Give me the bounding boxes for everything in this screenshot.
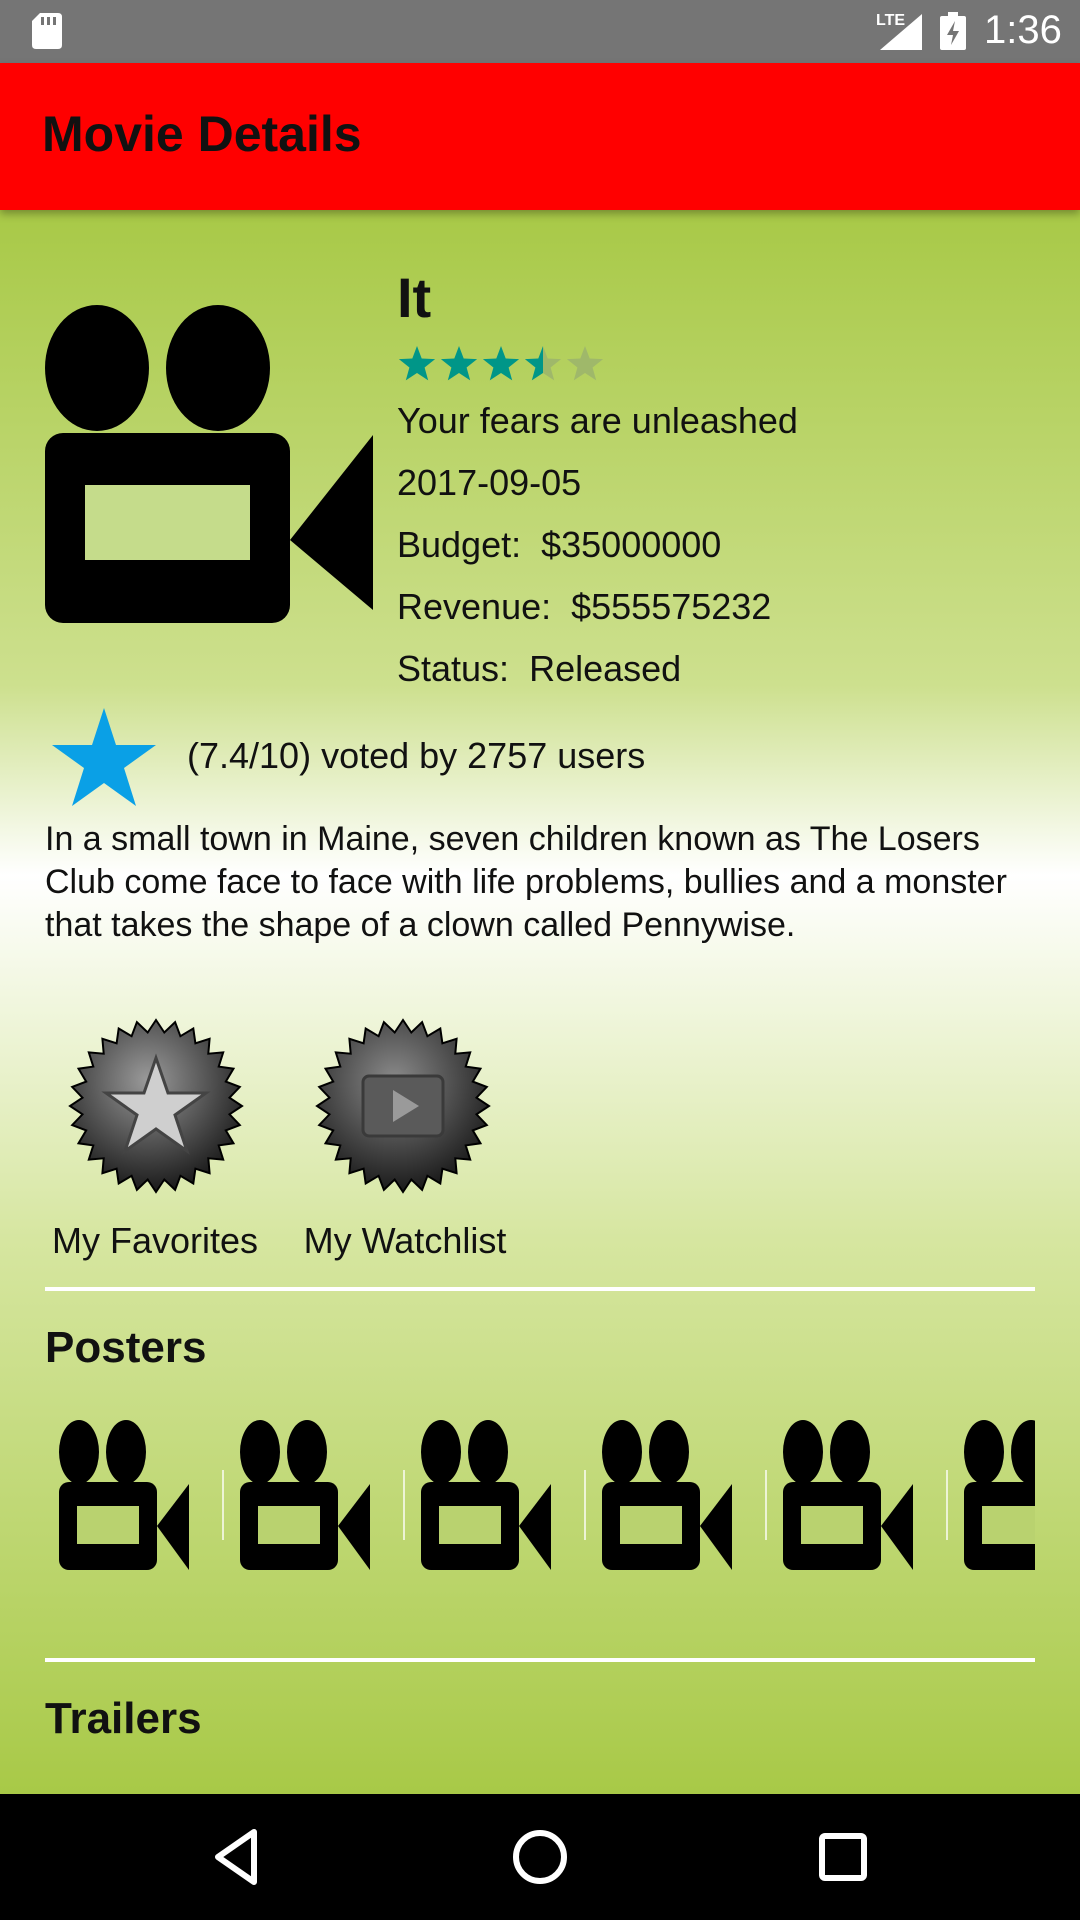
posters-list[interactable]	[45, 1420, 1035, 1580]
budget: Budget: $35000000	[397, 524, 722, 565]
divider	[45, 1658, 1035, 1662]
rating-star-icon	[440, 346, 478, 381]
rating-star-icon	[482, 346, 520, 381]
star-icon	[52, 708, 156, 806]
favorites-star-badge-icon	[68, 1018, 244, 1194]
movie-camera-icon[interactable]	[783, 1420, 933, 1580]
signal-icon	[880, 14, 922, 50]
poster-separator	[946, 1470, 948, 1540]
movie-details-content[interactable]: It Your fears are unleashed 2017-09-05 B…	[0, 210, 1080, 1794]
movie-camera-icon[interactable]	[421, 1420, 571, 1580]
status: Status: Released	[397, 648, 682, 689]
app-bar: Movie Details	[0, 63, 1080, 210]
movie-overview: In a small town in Maine, seven children…	[45, 820, 1007, 944]
movie-tagline: Your fears are unleashed	[397, 400, 798, 441]
watchlist-label: My Watchlist	[303, 1220, 507, 1261]
posters-section-title: Posters	[45, 1323, 207, 1372]
poster-separator	[222, 1470, 224, 1540]
rating-star-icon	[566, 346, 604, 381]
vote-summary: (7.4/10) voted by 2757 users	[187, 735, 646, 776]
movie-poster-placeholder-icon	[45, 305, 373, 623]
movie-camera-icon[interactable]	[964, 1420, 1035, 1580]
movie-camera-icon[interactable]	[59, 1420, 209, 1580]
clock: 1:36	[984, 8, 1062, 52]
battery-charging-icon	[940, 12, 966, 50]
poster-separator	[584, 1470, 586, 1540]
movie-title: It	[397, 266, 432, 329]
movie-camera-icon[interactable]	[602, 1420, 752, 1580]
movie-camera-icon[interactable]	[240, 1420, 390, 1580]
revenue: Revenue: $555575232	[397, 586, 772, 627]
favorites-label: My Favorites	[51, 1220, 259, 1261]
back-icon[interactable]	[202, 1822, 272, 1892]
rating-star-icon	[524, 346, 562, 381]
rating-star-icon	[398, 346, 436, 381]
trailers-section-title: Trailers	[45, 1694, 202, 1743]
watchlist-film-badge-icon	[315, 1018, 491, 1194]
page-title: Movie Details	[42, 106, 362, 162]
sd-card-icon	[32, 13, 62, 49]
home-icon[interactable]	[505, 1822, 575, 1892]
recents-icon[interactable]	[808, 1822, 878, 1892]
release-date: 2017-09-05	[397, 462, 582, 503]
status-bar: LTE 1:36	[0, 0, 1080, 63]
rating-bar	[398, 346, 604, 381]
divider	[45, 1287, 1035, 1291]
poster-separator	[403, 1470, 405, 1540]
poster-separator	[765, 1470, 767, 1540]
navigation-bar	[0, 1794, 1080, 1920]
